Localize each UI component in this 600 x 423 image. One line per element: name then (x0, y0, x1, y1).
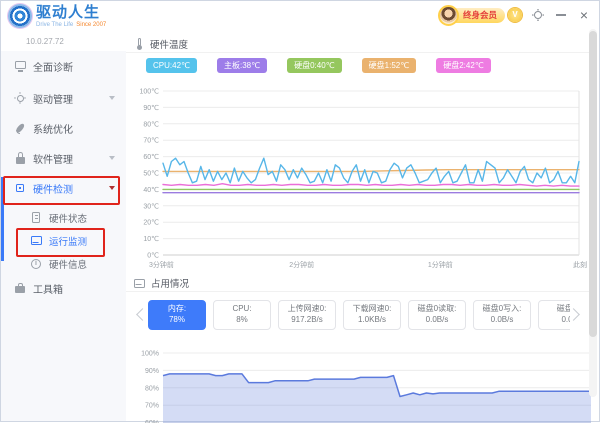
sidebar-item-full-diagnosis[interactable]: 全面诊断 (1, 51, 126, 81)
carousel-right-arrow[interactable] (571, 308, 579, 322)
usage-card-disk0-read[interactable]: 磁盘0读取: 0.0B/s (408, 300, 466, 330)
svg-text:90℃: 90℃ (143, 105, 159, 112)
sidebar-item-software-management[interactable]: 软件管理 (1, 143, 126, 173)
section-divider (126, 52, 589, 53)
section-divider (126, 291, 589, 292)
info-icon (30, 258, 42, 270)
app-logo: 驱动人生 Drive The LifeSince 2007 (8, 4, 106, 28)
cpu-temp-badge[interactable]: CPU:42℃ (146, 58, 197, 73)
toolbox-icon (14, 282, 26, 294)
vip-badge-icon: V (508, 8, 522, 22)
temperature-line-chart: 0℃ 10℃ 20℃ 30℃ 40℃ 50℃ 60℃ 70℃ 80℃ 90℃ 100℃ 3分钟前 2分钟… (131, 85, 587, 269)
app-title: 驱动人生 (36, 5, 106, 20)
disk1-temp-badge[interactable]: 硬盘1:52℃ (362, 58, 417, 73)
chart-icon (133, 277, 145, 289)
disk0-temp-badge[interactable]: 硬盘0:40℃ (287, 58, 342, 73)
memory-usage-area-chart: 100%90%80%70%60% (131, 347, 593, 423)
svg-text:0℃: 0℃ (147, 253, 159, 260)
chevron-down-icon (109, 156, 115, 160)
usage-card-upload-speed[interactable]: 上传网速0: 917.2B/s (278, 300, 336, 330)
sidebar: 全面诊断 驱动管理 系统优化 软件管理 硬件检测 硬件状态 运行监测 硬件信息 … (1, 51, 126, 421)
usage-card-cpu[interactable]: CPU: 8% (213, 300, 271, 330)
settings-button[interactable] (531, 8, 545, 22)
svg-text:20℃: 20℃ (143, 220, 159, 227)
chip-icon (14, 182, 26, 194)
sidebar-subitem-hardware-info[interactable]: 硬件信息 (1, 252, 126, 275)
sidebar-item-hardware-detection[interactable]: 硬件检测 (1, 173, 126, 203)
gear-icon (14, 92, 26, 104)
svg-text:80℃: 80℃ (143, 121, 159, 128)
close-icon: × (580, 8, 588, 22)
usage-card-disk0-write[interactable]: 磁盘0写入: 0.0B/s (473, 300, 531, 330)
scrollbar-thumb[interactable] (589, 31, 597, 337)
app-slogan: Drive The Life (36, 22, 73, 28)
app-logo-gear-icon (8, 4, 32, 28)
temperature-section-header: 硬件温度 (134, 37, 188, 51)
rocket-icon (14, 122, 26, 134)
svg-text:100℃: 100℃ (139, 89, 159, 96)
minimize-button[interactable] (554, 8, 568, 22)
disk2-temp-badge[interactable]: 硬盘2:42℃ (436, 58, 491, 73)
thermometer-icon (134, 38, 144, 50)
svg-text:90%: 90% (145, 368, 159, 375)
active-section-accent-bar (1, 177, 4, 261)
usage-card-disk1[interactable]: 磁盘1 0.0 (538, 300, 570, 330)
monitor-icon (30, 235, 42, 247)
sidebar-item-toolbox[interactable]: 工具箱 (1, 273, 126, 303)
svg-text:30℃: 30℃ (143, 203, 159, 210)
close-button[interactable]: × (577, 8, 591, 22)
diagnosis-icon (14, 60, 26, 72)
temperature-section-title: 硬件温度 (150, 37, 188, 51)
document-icon (30, 212, 42, 224)
temperature-legend: CPU:42℃ 主板:38℃ 硬盘0:40℃ 硬盘1:52℃ 硬盘2:42℃ (146, 58, 491, 73)
driver-life-app-window: { "titlebar": { "logo_cn": "驱动人生", "logo… (0, 0, 600, 422)
sidebar-subitem-running-monitor[interactable]: 运行监测 (1, 229, 126, 252)
svg-text:70℃: 70℃ (143, 138, 159, 145)
svg-text:40℃: 40℃ (143, 187, 159, 194)
svg-text:10℃: 10℃ (143, 236, 159, 243)
sidebar-item-driver-management[interactable]: 驱动管理 (1, 83, 126, 113)
usage-card-carousel: 内存: 78% CPU: 8% 上传网速0: 917.2B/s 下载网速0: 1… (148, 300, 570, 330)
carousel-left-arrow[interactable] (136, 308, 144, 322)
usage-section-header: 占用情况 (133, 276, 189, 290)
sidebar-subitem-hardware-status[interactable]: 硬件状态 (1, 206, 126, 229)
app-version: 10.0.27.72 (26, 37, 64, 46)
lock-icon (14, 152, 26, 164)
svg-text:80%: 80% (145, 385, 159, 392)
app-since: Since 2007 (76, 22, 106, 28)
minimize-icon (556, 14, 566, 16)
svg-text:60℃: 60℃ (143, 154, 159, 161)
usage-card-memory[interactable]: 内存: 78% (148, 300, 206, 330)
svg-text:70%: 70% (145, 403, 159, 410)
svg-text:1分钟前: 1分钟前 (428, 260, 453, 269)
svg-text:此刻: 此刻 (573, 260, 587, 269)
chevron-down-icon (109, 186, 115, 190)
membership-badge[interactable]: 终身会员 V (438, 5, 522, 26)
usage-card-download-speed[interactable]: 下载网速0: 1.0KB/s (343, 300, 401, 330)
board-temp-badge[interactable]: 主板:38℃ (217, 58, 267, 73)
titlebar: 驱动人生 Drive The LifeSince 2007 终身会员 V × (1, 1, 599, 29)
svg-text:50℃: 50℃ (143, 171, 159, 178)
svg-text:2分钟前: 2分钟前 (289, 260, 314, 269)
sidebar-item-system-optimization[interactable]: 系统优化 (1, 113, 126, 143)
svg-text:100%: 100% (141, 351, 159, 358)
gear-icon (534, 11, 542, 19)
svg-text:3分钟前: 3分钟前 (149, 260, 174, 269)
chevron-down-icon (109, 96, 115, 100)
user-avatar[interactable] (438, 5, 459, 26)
usage-section-title: 占用情况 (151, 276, 189, 290)
